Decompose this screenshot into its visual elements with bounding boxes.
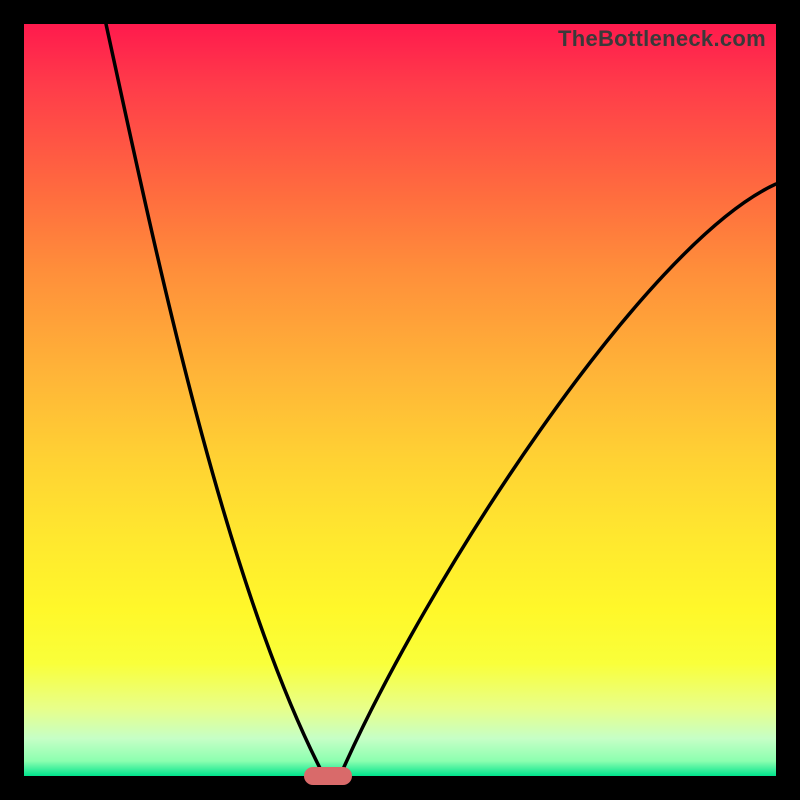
curve-left-branch <box>106 24 324 776</box>
curve-right-branch <box>340 184 776 776</box>
chart-plot-area: TheBottleneck.com <box>24 24 776 776</box>
bottleneck-curve <box>24 24 776 776</box>
optimal-point-marker <box>304 767 352 785</box>
